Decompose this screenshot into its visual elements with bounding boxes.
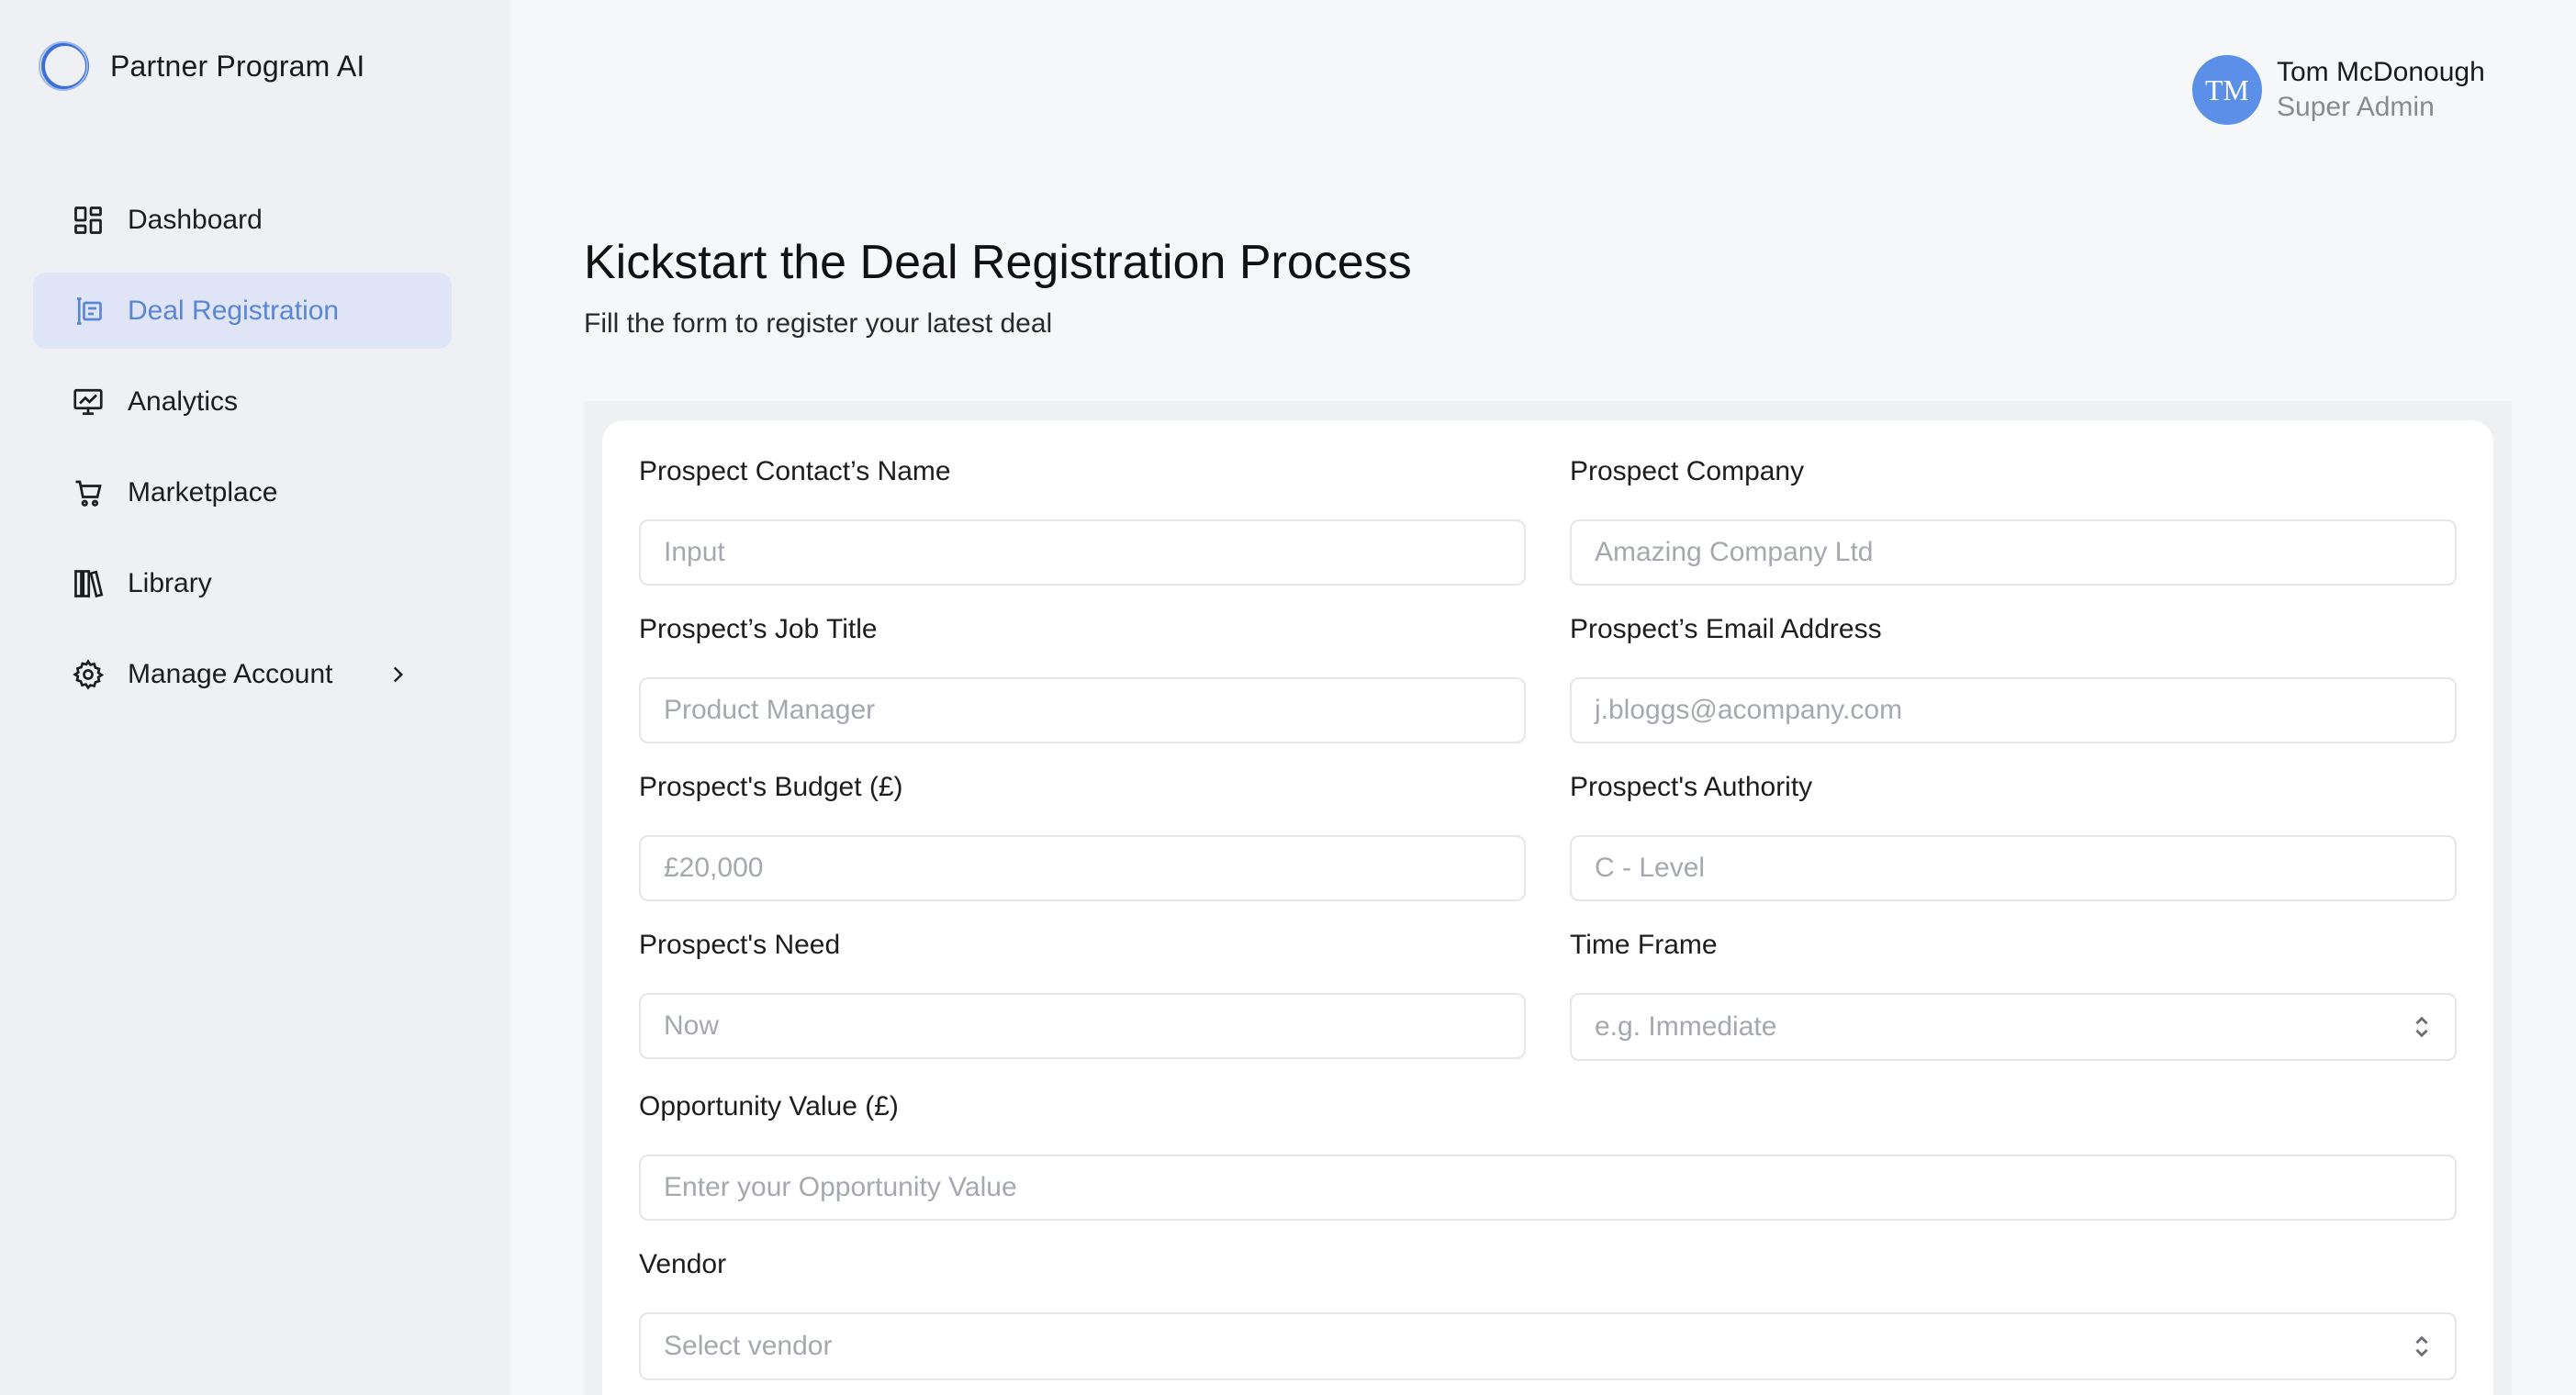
user-role: Super Admin <box>2277 92 2435 122</box>
avatar[interactable]: TM <box>2192 55 2262 125</box>
sidebar-item-label: Deal Registration <box>128 295 340 326</box>
cart-icon <box>72 476 105 509</box>
sidebar-item-deal-registration[interactable]: Deal Registration <box>33 273 452 349</box>
budget-input[interactable]: £20,000 <box>639 835 1526 901</box>
vendor-select[interactable]: Select vendor <box>639 1312 2457 1380</box>
email-input[interactable]: j.bloggs@acompany.com <box>1570 677 2457 743</box>
select-updown-icon <box>2411 1333 2433 1360</box>
field-label: Time Frame <box>1570 930 1718 960</box>
field-label: Prospect’s Job Title <box>639 614 878 644</box>
contact-name-input[interactable]: Input <box>639 519 1526 586</box>
authority-input[interactable]: C - Level <box>1570 835 2457 901</box>
sidebar-nav: Dashboard Deal Registration Analytics Ma… <box>33 182 452 727</box>
job-title-input[interactable]: Product Manager <box>639 677 1526 743</box>
logo-ring-icon <box>35 37 94 95</box>
need-input[interactable]: Now <box>639 993 1526 1059</box>
app-name: Partner Program AI <box>110 49 365 83</box>
analytics-icon <box>72 385 105 418</box>
sidebar-item-marketplace[interactable]: Marketplace <box>33 454 452 530</box>
field-label: Prospect's Need <box>639 930 841 960</box>
opportunity-value-input[interactable]: Enter your Opportunity Value <box>639 1155 2457 1221</box>
sidebar-item-label: Analytics <box>128 385 239 417</box>
sidebar-item-label: Marketplace <box>128 476 278 508</box>
time-frame-field: Time Frame e.g. Immediate <box>1570 927 2457 1061</box>
gear-icon <box>72 658 105 691</box>
time-frame-select[interactable]: e.g. Immediate <box>1570 993 2457 1061</box>
sidebar-item-label: Manage Account <box>128 658 333 689</box>
field-label: Prospect's Budget (£) <box>639 772 903 802</box>
need-field: Prospect's Need Now <box>639 927 1526 1059</box>
sidebar: Partner Program AI Dashboard Deal Regist… <box>0 0 510 1395</box>
company-input[interactable]: Amazing Company Ltd <box>1570 519 2457 586</box>
sidebar-item-dashboard[interactable]: Dashboard <box>33 182 452 258</box>
chevron-right-icon[interactable] <box>386 663 409 686</box>
select-updown-icon <box>2411 1013 2433 1041</box>
user-profile[interactable]: TM Tom McDonough Super Admin <box>2192 55 2485 125</box>
sidebar-item-label: Library <box>128 567 212 598</box>
vendor-placeholder: Select vendor <box>664 1331 833 1361</box>
user-info: Tom McDonough Super Admin <box>2277 55 2485 125</box>
field-label: Prospect's Authority <box>1570 772 1813 802</box>
library-icon <box>72 567 105 600</box>
page-subtitle: Fill the form to register your latest de… <box>584 308 1053 339</box>
user-name: Tom McDonough <box>2277 57 2485 87</box>
time-frame-placeholder: e.g. Immediate <box>1595 1011 1777 1042</box>
field-label: Opportunity Value (£) <box>639 1091 899 1122</box>
sidebar-item-manage-account[interactable]: Manage Account <box>33 636 452 712</box>
field-label: Prospect Contact’s Name <box>639 456 951 486</box>
field-label: Prospect Company <box>1570 456 1805 486</box>
vendor-field: Vendor Select vendor <box>639 1246 2457 1380</box>
job-title-field: Prospect’s Job Title Product Manager <box>639 611 1526 743</box>
contact-name-field: Prospect Contact’s Name Input <box>639 453 1526 586</box>
sidebar-item-analytics[interactable]: Analytics <box>33 363 452 440</box>
brand[interactable]: Partner Program AI <box>35 37 365 95</box>
sidebar-item-label: Dashboard <box>128 204 263 235</box>
field-label: Vendor <box>639 1249 727 1279</box>
dashboard-icon <box>72 204 105 237</box>
opportunity-value-field: Opportunity Value (£) Enter your Opportu… <box>639 1088 2457 1221</box>
company-field: Prospect Company Amazing Company Ltd <box>1570 453 2457 586</box>
authority-field: Prospect's Authority C - Level <box>1570 769 2457 901</box>
field-label: Prospect’s Email Address <box>1570 614 1882 644</box>
sidebar-item-library[interactable]: Library <box>33 545 452 621</box>
email-field: Prospect’s Email Address j.bloggs@acompa… <box>1570 611 2457 743</box>
deal-registration-icon <box>72 295 105 328</box>
budget-field: Prospect's Budget (£) £20,000 <box>639 769 1526 901</box>
page-title: Kickstart the Deal Registration Process <box>584 236 1412 289</box>
